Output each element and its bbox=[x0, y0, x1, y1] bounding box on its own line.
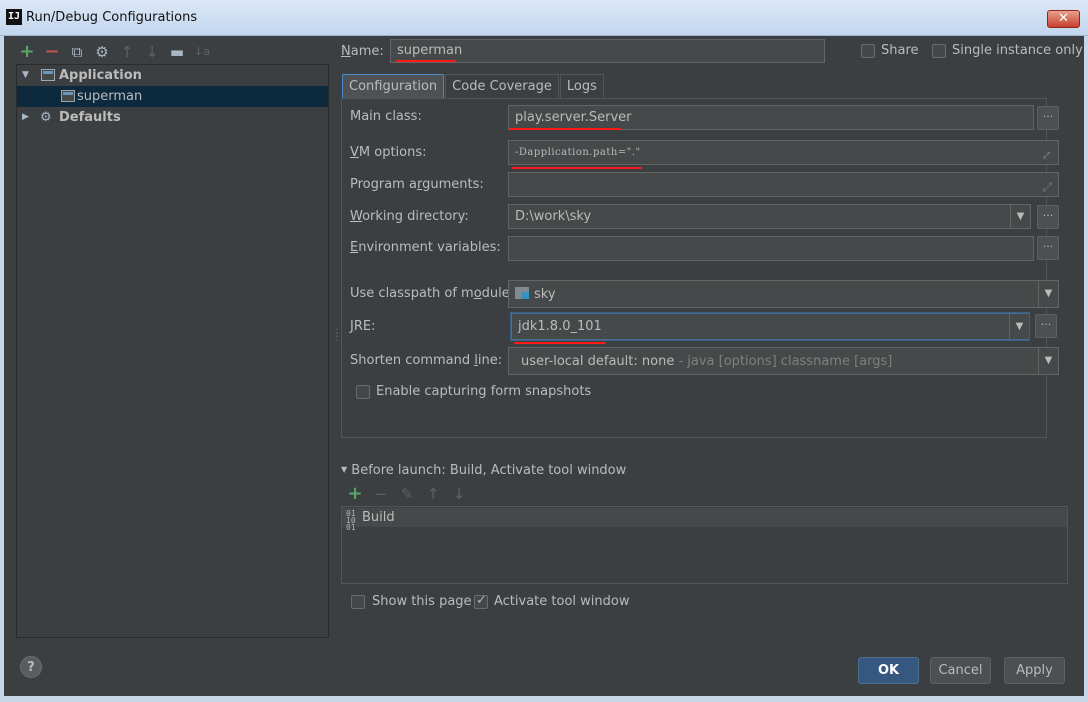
shorten-value: user-local default: none bbox=[521, 354, 675, 369]
share-checkbox[interactable] bbox=[861, 44, 875, 58]
show-page-label: Show this page bbox=[372, 594, 472, 609]
working-dir-value: D:\work\sky bbox=[515, 209, 592, 224]
ok-button[interactable]: OK bbox=[858, 657, 919, 684]
jre-label: JRE: bbox=[350, 319, 376, 334]
application-icon bbox=[41, 69, 55, 81]
classpath-label: Use classpath of module: bbox=[350, 286, 515, 301]
classpath-module-select[interactable]: sky bbox=[508, 280, 1059, 308]
edit-env-vars-button[interactable]: ··· bbox=[1037, 236, 1059, 260]
copy-icon[interactable]: ⧉ bbox=[68, 43, 86, 61]
wrench-icon: ⚙ bbox=[40, 110, 52, 125]
apply-button[interactable]: Apply bbox=[1004, 657, 1065, 684]
browse-working-dir-button[interactable]: ··· bbox=[1037, 205, 1059, 229]
move-down-icon[interactable]: ↓ bbox=[450, 485, 468, 503]
single-instance-label: Single instance only bbox=[952, 43, 1083, 58]
snapshots-checkbox[interactable] bbox=[356, 385, 370, 399]
annotation-underline bbox=[396, 60, 456, 62]
tree-item-superman[interactable]: superman bbox=[17, 86, 328, 107]
main-class-input[interactable]: play.server.Server bbox=[508, 105, 1034, 130]
application-config-icon bbox=[61, 90, 75, 102]
edit-icon[interactable]: ✎ bbox=[398, 485, 416, 503]
tab-logs[interactable]: Logs bbox=[559, 74, 604, 98]
tree-item-label: Application bbox=[59, 68, 142, 83]
intellij-app-icon: IJ bbox=[6, 9, 22, 25]
list-item[interactable]: 01 10 01 Build bbox=[342, 508, 1067, 532]
chevron-down-icon[interactable]: ▼ bbox=[341, 465, 347, 474]
tab-code-coverage[interactable]: Code Coverage bbox=[445, 74, 559, 98]
vm-options-value: -Dapplication.path="." bbox=[515, 147, 641, 158]
before-launch-toolbar: + − ✎ ↑ ↓ bbox=[346, 485, 468, 504]
cancel-button[interactable]: Cancel bbox=[930, 657, 991, 684]
name-label: Name: bbox=[341, 44, 384, 59]
chevron-down-icon[interactable]: ▼ bbox=[1038, 281, 1058, 307]
wrench-icon[interactable]: ⚙ bbox=[93, 43, 111, 61]
vm-options-input[interactable]: -Dapplication.path="." ⤢ bbox=[508, 140, 1059, 165]
build-icon: 01 10 01 bbox=[346, 509, 356, 532]
working-dir-input[interactable]: D:\work\sky bbox=[508, 204, 1031, 229]
env-vars-input[interactable] bbox=[508, 236, 1034, 261]
snapshots-label: Enable capturing form snapshots bbox=[376, 384, 592, 399]
help-button[interactable]: ? bbox=[20, 656, 42, 678]
annotation-underline bbox=[509, 128, 621, 130]
main-class-label: Main class: bbox=[350, 109, 422, 124]
activate-tool-window-checkbox[interactable] bbox=[474, 593, 488, 609]
remove-icon[interactable]: − bbox=[43, 43, 61, 61]
chevron-down-icon[interactable]: ▼ bbox=[1038, 348, 1058, 374]
window-title-bar: IJ Run/Debug Configurations ✕ bbox=[0, 0, 1088, 36]
move-up-icon[interactable]: ↑ bbox=[118, 43, 136, 61]
tree-item-application[interactable]: ▼ Application bbox=[17, 65, 328, 86]
jre-select[interactable]: jdk1.8.0_101 bbox=[511, 313, 1029, 340]
config-tabs: Configuration Code Coverage Logs bbox=[342, 74, 605, 98]
remove-icon[interactable]: − bbox=[372, 485, 390, 503]
run-debug-dialog: + − ⧉ ⚙ ↑ ↓ ▬ ↓a ▼ Application superman … bbox=[4, 36, 1084, 696]
expand-icon[interactable]: ⤢ bbox=[1041, 143, 1052, 164]
share-label: Share bbox=[881, 43, 919, 58]
vm-options-label: VM options: bbox=[350, 145, 427, 160]
configurations-tree: ▼ Application superman ▶ ⚙ Defaults bbox=[16, 64, 329, 638]
program-args-label: Program arguments: bbox=[350, 177, 484, 192]
before-launch-list: 01 10 01 Build bbox=[341, 506, 1068, 584]
annotation-underline bbox=[512, 167, 642, 169]
shorten-cmd-label: Shorten command line: bbox=[350, 353, 503, 368]
chevron-down-icon[interactable]: ▼ bbox=[1009, 314, 1029, 339]
sort-icon[interactable]: ↓a bbox=[193, 43, 211, 61]
tree-item-label: Defaults bbox=[59, 110, 121, 125]
window-title: Run/Debug Configurations bbox=[26, 10, 198, 25]
working-dir-dropdown-icon[interactable]: ▼ bbox=[1010, 205, 1030, 228]
chevron-right-icon[interactable]: ▶ bbox=[22, 107, 29, 128]
window-close-button[interactable]: ✕ bbox=[1047, 10, 1080, 28]
env-vars-label: Environment variables: bbox=[350, 240, 501, 255]
before-launch-title: Before launch: Build, Activate tool wind… bbox=[351, 463, 627, 478]
browse-main-class-button[interactable]: ··· bbox=[1037, 106, 1059, 130]
tree-item-label: superman bbox=[77, 89, 143, 104]
chevron-down-icon[interactable]: ▼ bbox=[22, 65, 29, 86]
folder-icon[interactable]: ▬ bbox=[168, 43, 186, 61]
program-args-input[interactable]: ⤢ bbox=[508, 172, 1059, 197]
jre-value: jdk1.8.0_101 bbox=[518, 319, 602, 334]
classpath-value: sky bbox=[534, 287, 556, 302]
move-down-icon[interactable]: ↓ bbox=[143, 43, 161, 61]
shorten-hint: - java [options] classname [args] bbox=[674, 354, 893, 369]
activate-tool-window-label: Activate tool window bbox=[494, 594, 630, 609]
add-icon[interactable]: + bbox=[346, 485, 364, 503]
module-icon bbox=[515, 287, 529, 299]
annotation-underline bbox=[514, 342, 606, 344]
move-up-icon[interactable]: ↑ bbox=[424, 485, 442, 503]
add-icon[interactable]: + bbox=[18, 43, 36, 61]
tree-item-defaults[interactable]: ▶ ⚙ Defaults bbox=[17, 107, 328, 128]
expand-icon[interactable]: ⤢ bbox=[1042, 175, 1052, 196]
browse-jre-button[interactable]: ··· bbox=[1035, 314, 1057, 338]
splitter-handle[interactable]: ⋮ ⋮ bbox=[332, 329, 342, 343]
show-page-checkbox[interactable] bbox=[351, 595, 365, 609]
single-instance-checkbox[interactable] bbox=[932, 44, 946, 58]
working-dir-label: Working directory: bbox=[350, 209, 469, 224]
shorten-cmd-select[interactable]: user-local default: none - java [options… bbox=[508, 347, 1059, 375]
list-item-label: Build bbox=[362, 510, 395, 525]
before-launch-header[interactable]: ▼ Before launch: Build, Activate tool wi… bbox=[341, 463, 626, 478]
config-toolbar: + − ⧉ ⚙ ↑ ↓ ▬ ↓a bbox=[18, 42, 211, 62]
tab-configuration[interactable]: Configuration bbox=[342, 74, 445, 98]
